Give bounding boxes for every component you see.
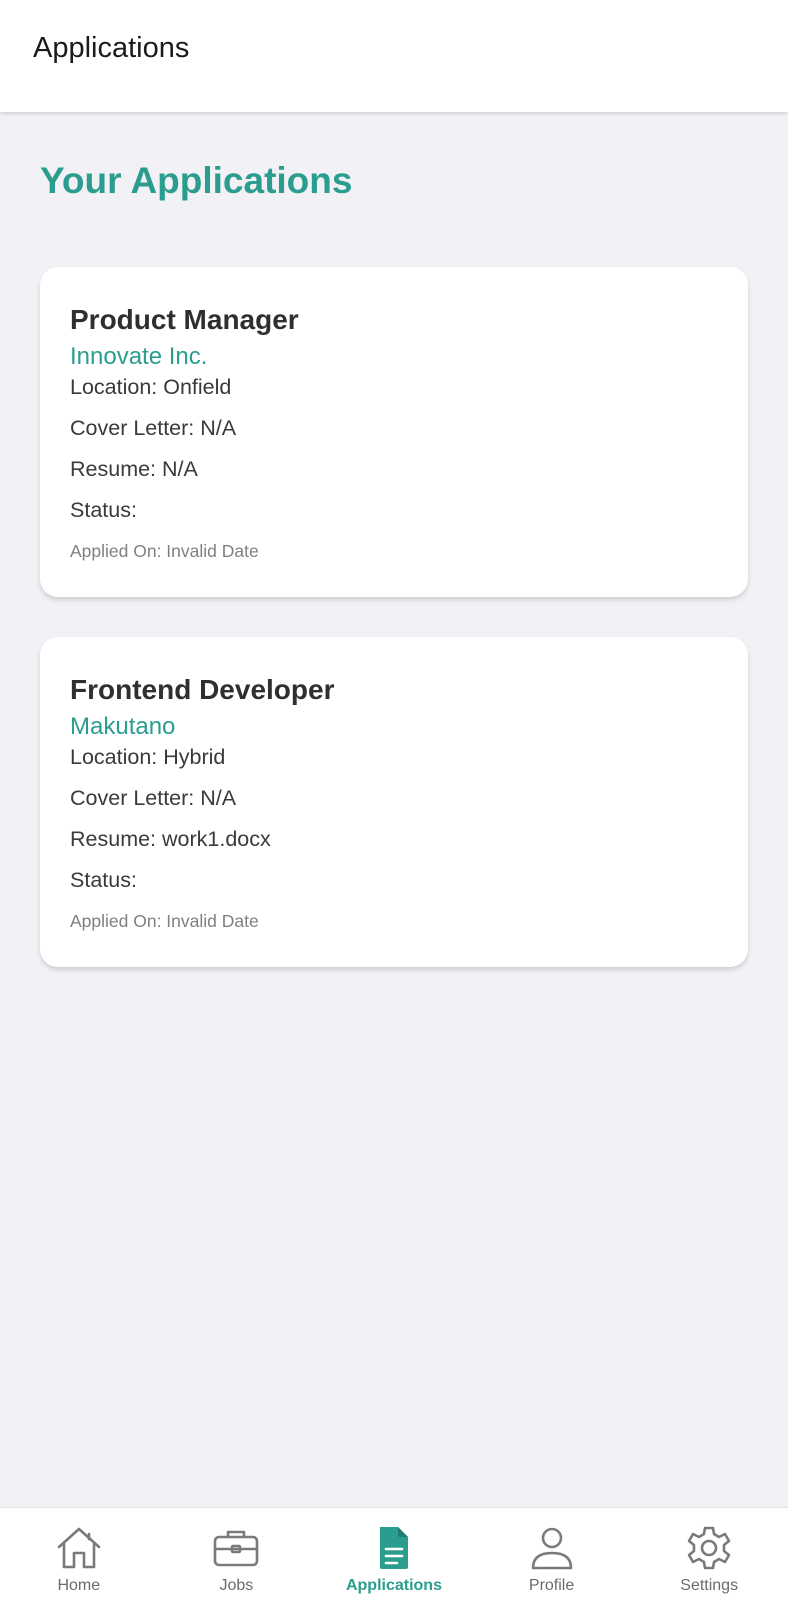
application-card[interactable]: Product Manager Innovate Inc. Location: …	[40, 267, 748, 597]
nav-item-applications[interactable]: Applications	[315, 1508, 473, 1600]
nav-label: Applications	[345, 1577, 442, 1594]
job-title: Frontend Developer	[70, 674, 335, 705]
status-text: Status:	[70, 868, 137, 892]
page-title: Applications	[33, 32, 190, 64]
company-name: Makutano	[70, 713, 176, 740]
applications-list: Product Manager Innovate Inc. Location: …	[40, 267, 748, 1007]
bottom-navigation: Home Jobs Applications Profile Settings	[0, 1507, 788, 1600]
nav-label: Jobs	[219, 1577, 254, 1594]
person-icon	[528, 1525, 576, 1571]
nav-label: Profile	[528, 1577, 575, 1594]
company-name: Innovate Inc.	[70, 343, 208, 370]
nav-item-jobs[interactable]: Jobs	[158, 1508, 316, 1600]
document-icon	[370, 1525, 418, 1571]
nav-label: Home	[57, 1577, 101, 1594]
section-heading: Your Applications	[40, 160, 353, 201]
job-title: Product Manager	[70, 304, 299, 335]
resume-text: Resume: work1.docx	[70, 827, 271, 851]
nav-item-home[interactable]: Home	[0, 1508, 158, 1600]
nav-item-settings[interactable]: Settings	[630, 1508, 788, 1600]
cover-letter-text: Cover Letter: N/A	[70, 416, 237, 440]
nav-label: Settings	[680, 1577, 739, 1594]
application-card[interactable]: Frontend Developer Makutano Location: Hy…	[40, 637, 748, 967]
location-text: Location: Onfield	[70, 375, 232, 399]
applied-on-text: Applied On: Invalid Date	[70, 541, 259, 561]
location-text: Location: Hybrid	[70, 745, 226, 769]
cover-letter-text: Cover Letter: N/A	[70, 786, 237, 810]
home-icon	[55, 1525, 103, 1571]
applied-on-text: Applied On: Invalid Date	[70, 911, 259, 931]
nav-item-profile[interactable]: Profile	[473, 1508, 631, 1600]
resume-text: Resume: N/A	[70, 457, 198, 481]
top-app-bar: Applications	[0, 0, 788, 112]
app-screen: Applications Your Applications Product M…	[0, 0, 788, 1600]
gear-icon	[685, 1525, 733, 1571]
briefcase-icon	[212, 1525, 260, 1571]
status-text: Status:	[70, 498, 137, 522]
